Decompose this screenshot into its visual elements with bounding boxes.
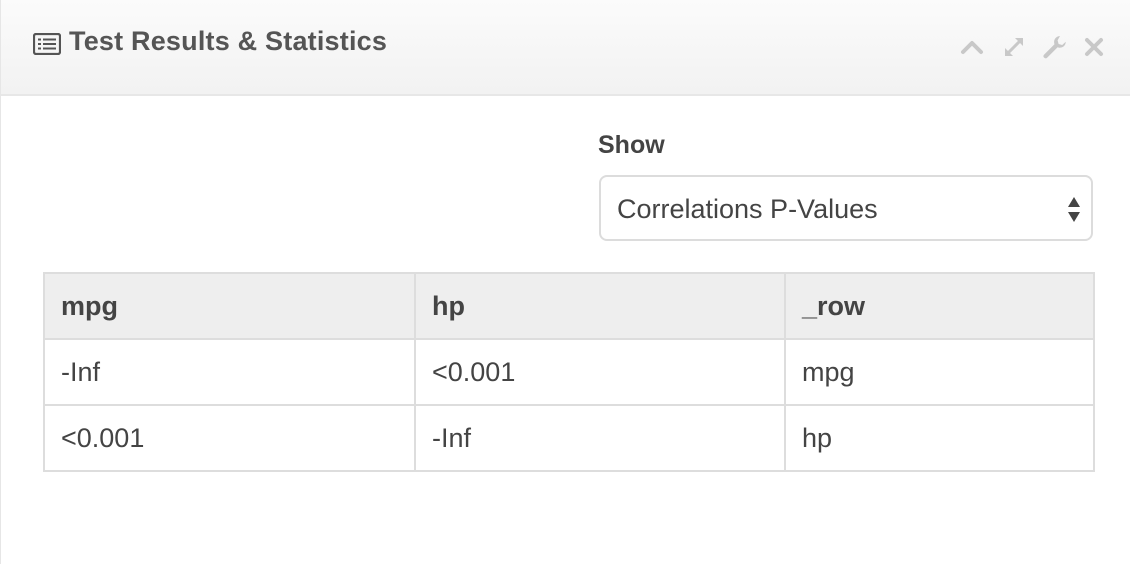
table-row: <0.001 -Inf hp (43, 404, 1095, 472)
panel-title: Test Results & Statistics (69, 26, 388, 56)
wrench-icon[interactable] (1041, 34, 1067, 60)
table-cell: mpg (784, 338, 1095, 406)
table-cell: -Inf (414, 404, 786, 472)
select-arrows-icon (1065, 195, 1083, 225)
show-label: Show (598, 131, 665, 159)
column-header-row[interactable]: _row (784, 272, 1095, 340)
expand-icon[interactable] (1001, 34, 1027, 60)
table-cell: <0.001 (43, 404, 416, 472)
test-results-panel: Test Results & Statistics Show Correlati… (0, 0, 1130, 564)
show-select-value: Correlations P-Values (617, 194, 878, 224)
table-cell: -Inf (43, 338, 416, 406)
collapse-icon[interactable] (959, 34, 985, 60)
table-header-row: mpg hp _row (43, 272, 1095, 340)
panel-header: Test Results & Statistics (1, 0, 1130, 96)
results-table: mpg hp _row -Inf <0.001 mpg <0.001 -Inf … (43, 272, 1095, 472)
column-header-mpg[interactable]: mpg (43, 272, 416, 340)
list-icon (32, 32, 62, 56)
table-cell: <0.001 (414, 338, 786, 406)
table-row: -Inf <0.001 mpg (43, 338, 1095, 406)
close-icon[interactable] (1081, 34, 1107, 60)
show-select[interactable]: Correlations P-Values (599, 175, 1093, 241)
table-cell: hp (784, 404, 1095, 472)
column-header-hp[interactable]: hp (414, 272, 786, 340)
